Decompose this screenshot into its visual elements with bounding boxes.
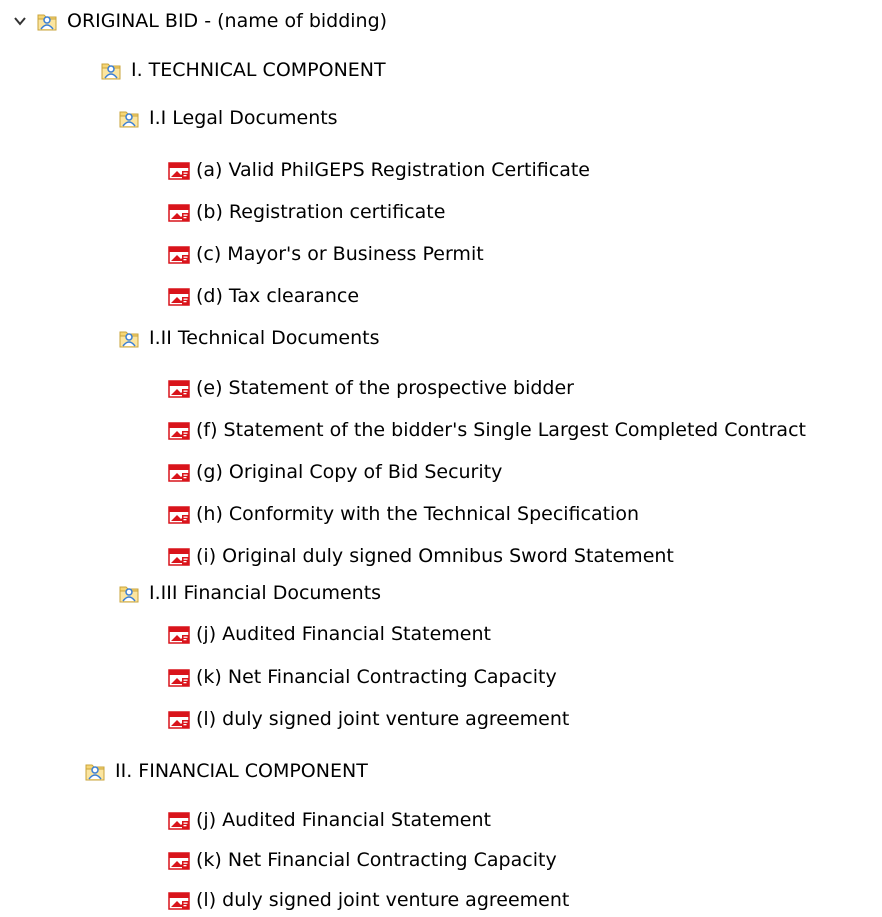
file-item[interactable]: (e) Statement of the prospective bidder xyxy=(168,373,574,403)
file-label: (g) Original Copy of Bid Security xyxy=(196,461,503,483)
file-label: (l) duly signed joint venture agreement xyxy=(196,889,570,911)
file-item[interactable]: (g) Original Copy of Bid Security xyxy=(168,457,502,487)
file-label: (c) Mayor's or Business Permit xyxy=(196,243,484,265)
file-item[interactable]: (j) Audited Financial Statement xyxy=(168,805,491,835)
file-label: (j) Audited Financial Statement xyxy=(196,623,491,645)
file-item[interactable]: (a) Valid PhilGEPS Registration Certific… xyxy=(168,155,590,185)
file-label: (l) duly signed joint venture agreement xyxy=(196,708,570,730)
folder-technical-component[interactable]: I. TECHNICAL COMPONENT xyxy=(100,55,386,85)
folder-label: I.III Financial Documents xyxy=(149,582,382,604)
shared-folder-icon xyxy=(118,107,140,129)
shared-folder-icon xyxy=(36,10,58,32)
pdf-file-icon xyxy=(168,462,190,482)
file-item[interactable]: (l) duly signed joint venture agreement xyxy=(168,704,569,734)
file-label: (f) Statement of the bidder's Single Lar… xyxy=(196,419,806,441)
pdf-file-icon xyxy=(168,244,190,264)
file-label: (i) Original duly signed Omnibus Sword S… xyxy=(196,545,674,567)
pdf-file-icon xyxy=(168,850,190,870)
file-item[interactable]: (c) Mayor's or Business Permit xyxy=(168,239,484,269)
pdf-file-icon xyxy=(168,160,190,180)
file-item[interactable]: (j) Audited Financial Statement xyxy=(168,619,491,649)
chevron-down-icon[interactable] xyxy=(10,11,30,31)
file-item[interactable]: (i) Original duly signed Omnibus Sword S… xyxy=(168,541,674,571)
folder-label: I.II Technical Documents xyxy=(149,327,380,349)
pdf-file-icon xyxy=(168,546,190,566)
tree-root[interactable]: ORIGINAL BID - (name of bidding) xyxy=(10,6,387,36)
file-label: (e) Statement of the prospective bidder xyxy=(196,377,574,399)
file-item[interactable]: (k) Net Financial Contracting Capacity xyxy=(168,845,557,875)
pdf-file-icon xyxy=(168,378,190,398)
file-item[interactable]: (b) Registration certificate xyxy=(168,197,445,227)
file-label: (k) Net Financial Contracting Capacity xyxy=(196,849,557,871)
pdf-file-icon xyxy=(168,420,190,440)
shared-folder-icon xyxy=(118,582,140,604)
file-label: (a) Valid PhilGEPS Registration Certific… xyxy=(196,159,590,181)
file-label: (b) Registration certificate xyxy=(196,201,446,223)
folder-label: I. TECHNICAL COMPONENT xyxy=(131,59,386,81)
pdf-file-icon xyxy=(168,286,190,306)
file-item[interactable]: (h) Conformity with the Technical Specif… xyxy=(168,499,639,529)
folder-financial-documents[interactable]: I.III Financial Documents xyxy=(118,578,381,608)
shared-folder-icon xyxy=(118,327,140,349)
file-item[interactable]: (k) Net Financial Contracting Capacity xyxy=(168,662,557,692)
folder-technical-documents[interactable]: I.II Technical Documents xyxy=(118,323,380,353)
folder-label: I.I Legal Documents xyxy=(149,107,338,129)
file-item[interactable]: (f) Statement of the bidder's Single Lar… xyxy=(168,415,806,445)
shared-folder-icon xyxy=(84,760,106,782)
pdf-file-icon xyxy=(168,890,190,910)
pdf-file-icon xyxy=(168,709,190,729)
file-item[interactable]: (l) duly signed joint venture agreement xyxy=(168,885,569,915)
file-label: (h) Conformity with the Technical Specif… xyxy=(196,503,639,525)
file-label: (k) Net Financial Contracting Capacity xyxy=(196,666,557,688)
pdf-file-icon xyxy=(168,202,190,222)
file-label: (j) Audited Financial Statement xyxy=(196,809,491,831)
shared-folder-icon xyxy=(100,59,122,81)
folder-label: II. FINANCIAL COMPONENT xyxy=(115,760,368,782)
pdf-file-icon xyxy=(168,667,190,687)
folder-financial-component[interactable]: II. FINANCIAL COMPONENT xyxy=(84,756,368,786)
pdf-file-icon xyxy=(168,624,190,644)
file-label: (d) Tax clearance xyxy=(196,285,360,307)
file-item[interactable]: (d) Tax clearance xyxy=(168,281,359,311)
folder-legal-documents[interactable]: I.I Legal Documents xyxy=(118,103,338,133)
pdf-file-icon xyxy=(168,504,190,524)
tree-root-label: ORIGINAL BID - (name of bidding) xyxy=(67,10,388,32)
pdf-file-icon xyxy=(168,810,190,830)
